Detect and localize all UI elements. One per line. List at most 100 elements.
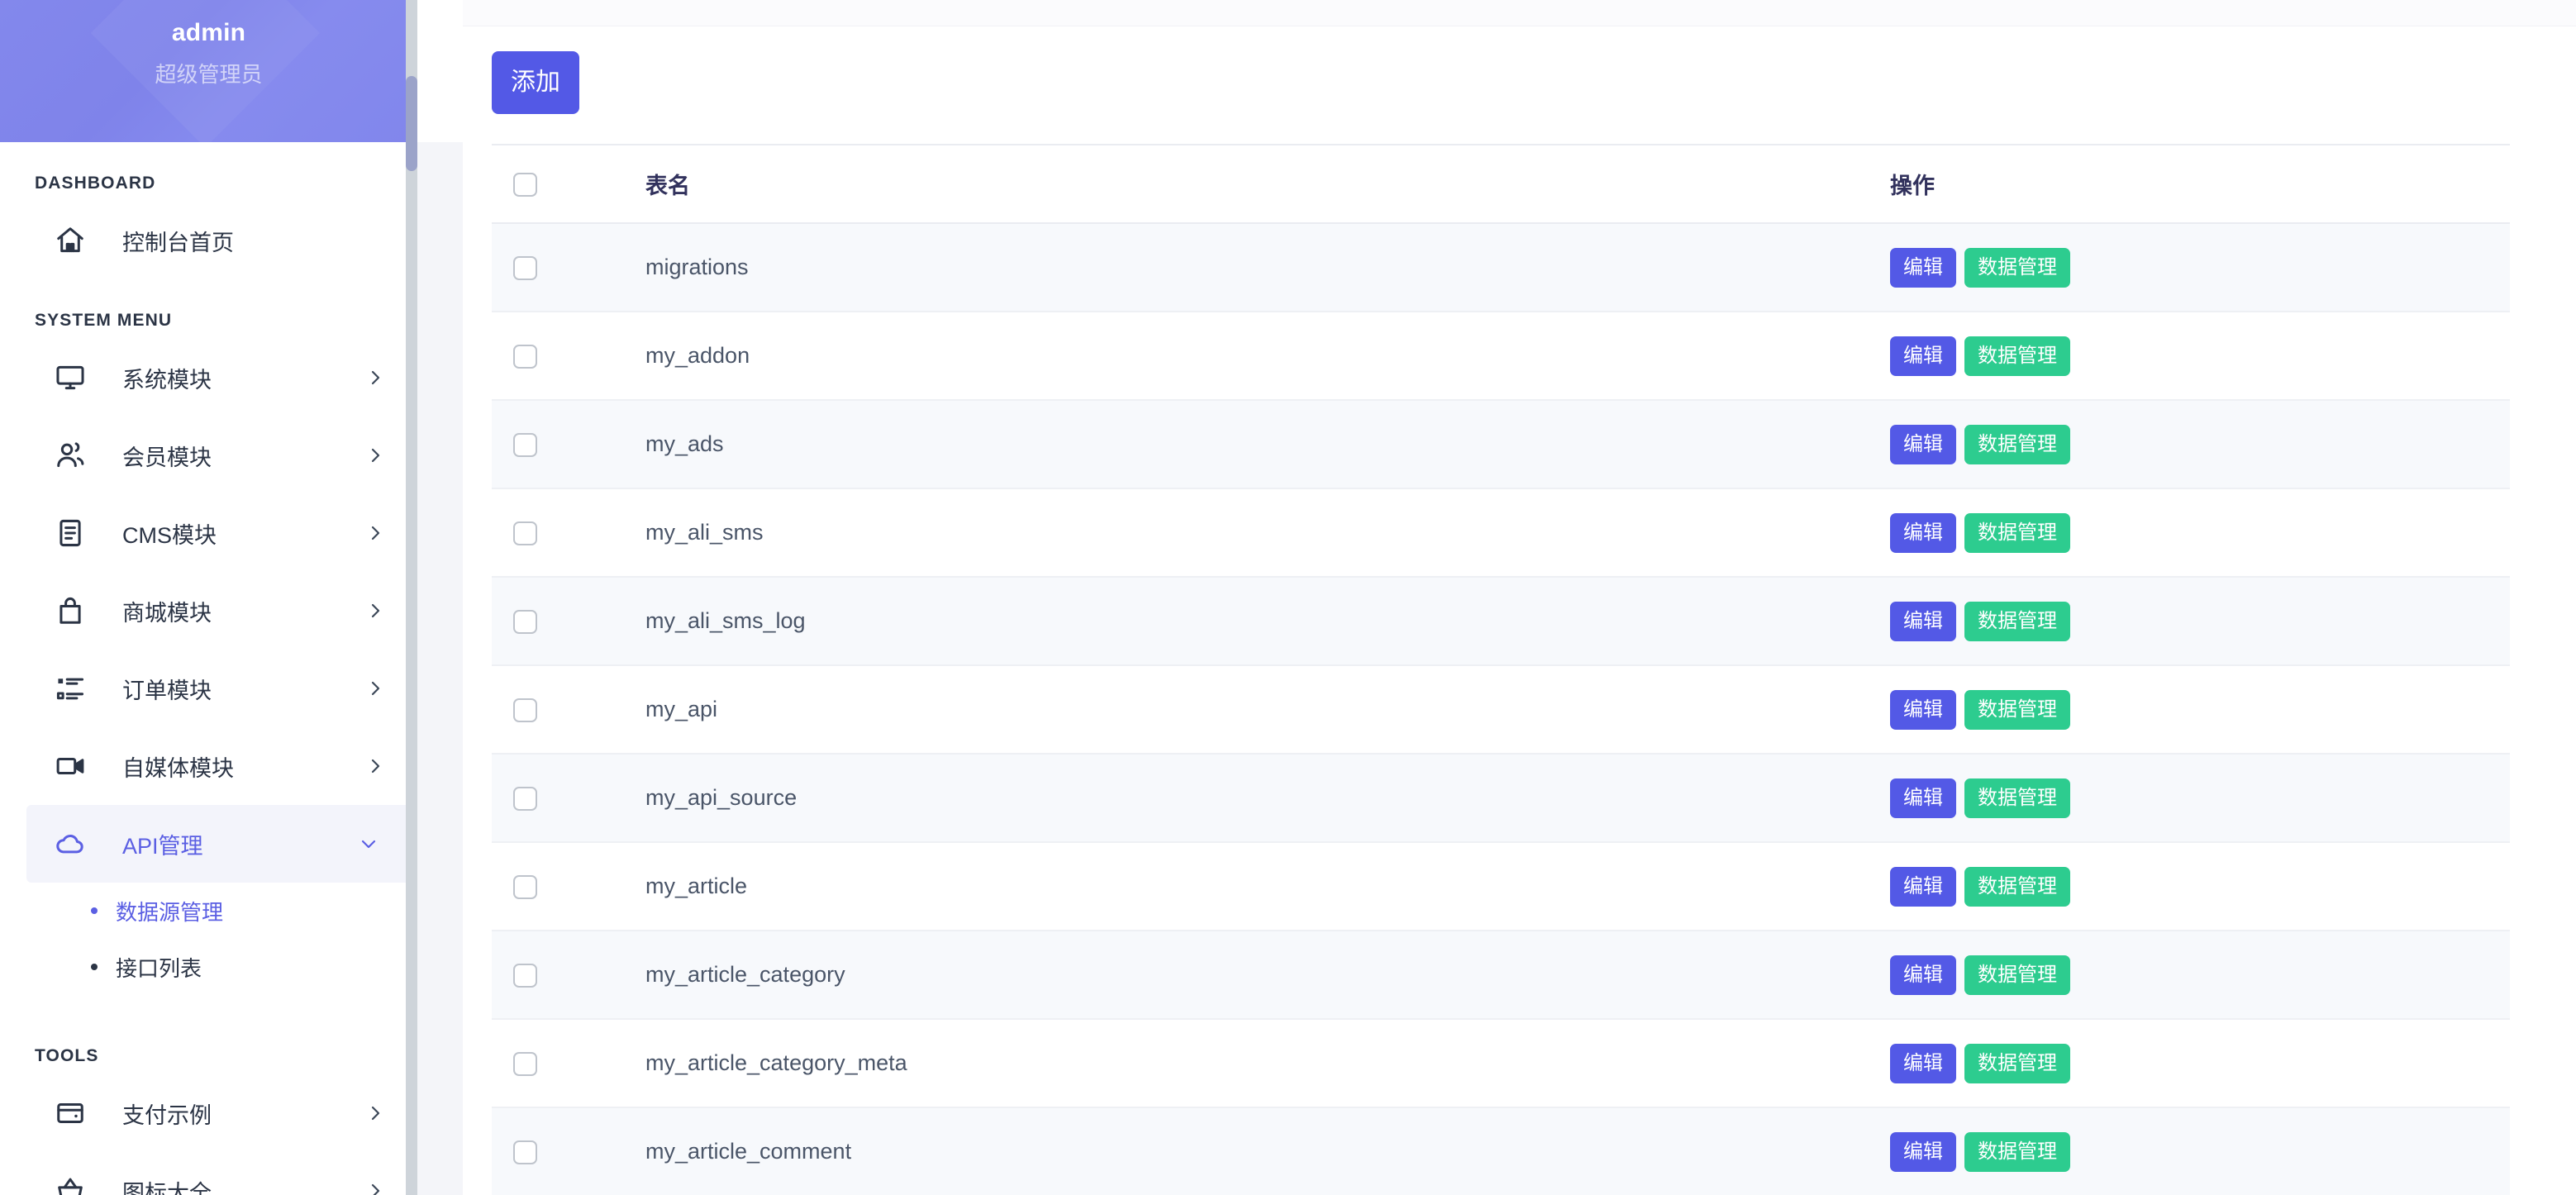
row-select-cell bbox=[492, 223, 644, 312]
table-name-cell: my_ads bbox=[644, 400, 1888, 489]
data-management-button[interactable]: 数据管理 bbox=[1964, 1043, 2070, 1083]
sidebar-item-media-module[interactable]: 自媒体模块 bbox=[0, 727, 417, 805]
sidebar-item-label: 会员模块 bbox=[122, 445, 212, 470]
data-management-button[interactable]: 数据管理 bbox=[1964, 955, 2070, 995]
toolbar: 添加 bbox=[463, 26, 2576, 144]
row-checkbox[interactable] bbox=[513, 787, 537, 812]
row-actions: 编辑 数据管理 bbox=[1890, 424, 2510, 464]
users-icon bbox=[51, 436, 89, 474]
row-checkbox[interactable] bbox=[513, 1140, 537, 1165]
row-checkbox[interactable] bbox=[513, 610, 537, 635]
sidebar-item-dashboard-home[interactable]: 控制台首页 bbox=[0, 202, 417, 279]
row-checkbox[interactable] bbox=[513, 875, 537, 900]
edit-button[interactable]: 编辑 bbox=[1890, 866, 1956, 907]
chevron-right-icon bbox=[364, 522, 386, 544]
sidebar-subitem-datasource-management[interactable]: 数据源管理 bbox=[0, 883, 417, 939]
data-management-button[interactable]: 数据管理 bbox=[1964, 601, 2070, 641]
table-header-row: 表名 操作 bbox=[492, 144, 2510, 224]
table-row: my_ali_sms 编辑 数据管理 bbox=[492, 488, 2510, 578]
table-header-table-name: 表名 bbox=[644, 144, 1888, 224]
row-select-cell bbox=[492, 577, 644, 666]
row-actions-cell: 编辑 数据管理 bbox=[1888, 1019, 2510, 1108]
sidebar-item-member-module[interactable]: 会员模块 bbox=[0, 417, 417, 494]
table-row: my_ali_sms_log 编辑 数据管理 bbox=[492, 577, 2510, 666]
row-select-cell bbox=[492, 1019, 644, 1108]
data-management-button[interactable]: 数据管理 bbox=[1964, 336, 2070, 376]
row-checkbox[interactable] bbox=[513, 345, 537, 369]
row-select-cell bbox=[492, 665, 644, 755]
sidebar-item-order-module[interactable]: 订单模块 bbox=[0, 650, 417, 727]
sidebar-item-icon-library[interactable]: 图标大全 bbox=[0, 1152, 417, 1195]
bag-icon bbox=[51, 592, 89, 630]
add-button[interactable]: 添加 bbox=[492, 51, 579, 114]
data-management-button[interactable]: 数据管理 bbox=[1964, 424, 2070, 464]
row-checkbox[interactable] bbox=[513, 1052, 537, 1077]
sidebar-item-system-module[interactable]: 系统模块 bbox=[0, 339, 417, 417]
table-name-cell: my_article bbox=[644, 842, 1888, 931]
datasource-table: 表名 操作 migrations 编辑 数据管理 my_addon 编辑 数据管理 my_a… bbox=[492, 144, 2510, 1195]
data-management-button[interactable]: 数据管理 bbox=[1964, 778, 2070, 818]
data-management-button[interactable]: 数据管理 bbox=[1964, 1131, 2070, 1172]
row-actions: 编辑 数据管理 bbox=[1890, 689, 2510, 730]
edit-button[interactable]: 编辑 bbox=[1890, 601, 1956, 641]
data-management-button[interactable]: 数据管理 bbox=[1964, 689, 2070, 730]
data-management-button[interactable]: 数据管理 bbox=[1964, 866, 2070, 907]
chevron-down-icon bbox=[358, 833, 379, 855]
row-checkbox[interactable] bbox=[513, 256, 537, 281]
row-checkbox[interactable] bbox=[513, 698, 537, 723]
chevron-right-icon bbox=[364, 1180, 386, 1195]
sidebar-nav: DASHBOARD 控制台首页 SYSTEM MENU 系统模块 会员模块 CM… bbox=[0, 165, 417, 1195]
row-checkbox[interactable] bbox=[513, 964, 537, 988]
data-management-button[interactable]: 数据管理 bbox=[1964, 247, 2070, 288]
edit-button[interactable]: 编辑 bbox=[1890, 424, 1956, 464]
bullet-icon bbox=[91, 907, 98, 914]
nav-section-tools-title: TOOLS bbox=[35, 1046, 99, 1065]
table-row: my_ads 编辑 数据管理 bbox=[492, 400, 2510, 489]
sidebar-item-label: API管理 bbox=[122, 833, 203, 859]
sidebar-item-shop-module[interactable]: 商城模块 bbox=[0, 572, 417, 650]
edit-button[interactable]: 编辑 bbox=[1890, 247, 1956, 288]
table-row: my_article_category_meta 编辑 数据管理 bbox=[492, 1019, 2510, 1108]
row-actions-cell: 编辑 数据管理 bbox=[1888, 931, 2510, 1020]
monitor-icon bbox=[51, 359, 89, 397]
sidebar-scrollbar-thumb[interactable] bbox=[406, 76, 417, 171]
row-checkbox[interactable] bbox=[513, 521, 537, 546]
sidebar-item-label: CMS模块 bbox=[122, 522, 217, 548]
table-header-actions: 操作 bbox=[1888, 144, 2510, 224]
edit-button[interactable]: 编辑 bbox=[1890, 512, 1956, 553]
user-name: admin bbox=[171, 19, 246, 46]
edit-button[interactable]: 编辑 bbox=[1890, 336, 1956, 376]
sidebar-scrollbar-track[interactable] bbox=[406, 0, 417, 1195]
table-head: 表名 操作 bbox=[492, 144, 2510, 224]
wallet-icon bbox=[51, 1094, 89, 1132]
nav-section-dashboard-title: DASHBOARD bbox=[35, 174, 156, 193]
sidebar: admin 超级管理员 DASHBOARD 控制台首页 SYSTEM MENU bbox=[0, 0, 417, 1195]
edit-button[interactable]: 编辑 bbox=[1890, 955, 1956, 995]
nav-section-system-title: SYSTEM MENU bbox=[35, 311, 173, 330]
edit-button[interactable]: 编辑 bbox=[1890, 778, 1956, 818]
select-all-checkbox[interactable] bbox=[513, 173, 537, 198]
table-name-cell: migrations bbox=[644, 223, 1888, 312]
row-actions: 编辑 数据管理 bbox=[1890, 247, 2510, 288]
sidebar-subitem-interface-list[interactable]: 接口列表 bbox=[0, 939, 417, 995]
user-role: 超级管理员 bbox=[155, 62, 263, 87]
edit-button[interactable]: 编辑 bbox=[1890, 1043, 1956, 1083]
sidebar-item-cms-module[interactable]: CMS模块 bbox=[0, 494, 417, 572]
row-actions: 编辑 数据管理 bbox=[1890, 601, 2510, 641]
main-content: 添加 表名 操作 migrations 编辑 数据管理 my_addon 编辑 数据管理 m bbox=[463, 0, 2576, 1195]
sidebar-subitem-label: 接口列表 bbox=[116, 955, 202, 981]
table-row: my_article_category 编辑 数据管理 bbox=[492, 931, 2510, 1020]
table-row: migrations 编辑 数据管理 bbox=[492, 223, 2510, 312]
edit-button[interactable]: 编辑 bbox=[1890, 689, 1956, 730]
row-checkbox[interactable] bbox=[513, 433, 537, 458]
data-management-button[interactable]: 数据管理 bbox=[1964, 512, 2070, 553]
edit-button[interactable]: 编辑 bbox=[1890, 1131, 1956, 1172]
row-select-cell bbox=[492, 488, 644, 578]
row-select-cell bbox=[492, 400, 644, 489]
sidebar-item-payment-demo[interactable]: 支付示例 bbox=[0, 1074, 417, 1152]
video-icon bbox=[51, 747, 89, 785]
sidebar-item-api-management[interactable]: API管理 bbox=[26, 805, 411, 883]
row-actions: 编辑 数据管理 bbox=[1890, 512, 2510, 553]
table-row: my_article_comment 编辑 数据管理 bbox=[492, 1107, 2510, 1195]
row-select-cell bbox=[492, 1107, 644, 1195]
